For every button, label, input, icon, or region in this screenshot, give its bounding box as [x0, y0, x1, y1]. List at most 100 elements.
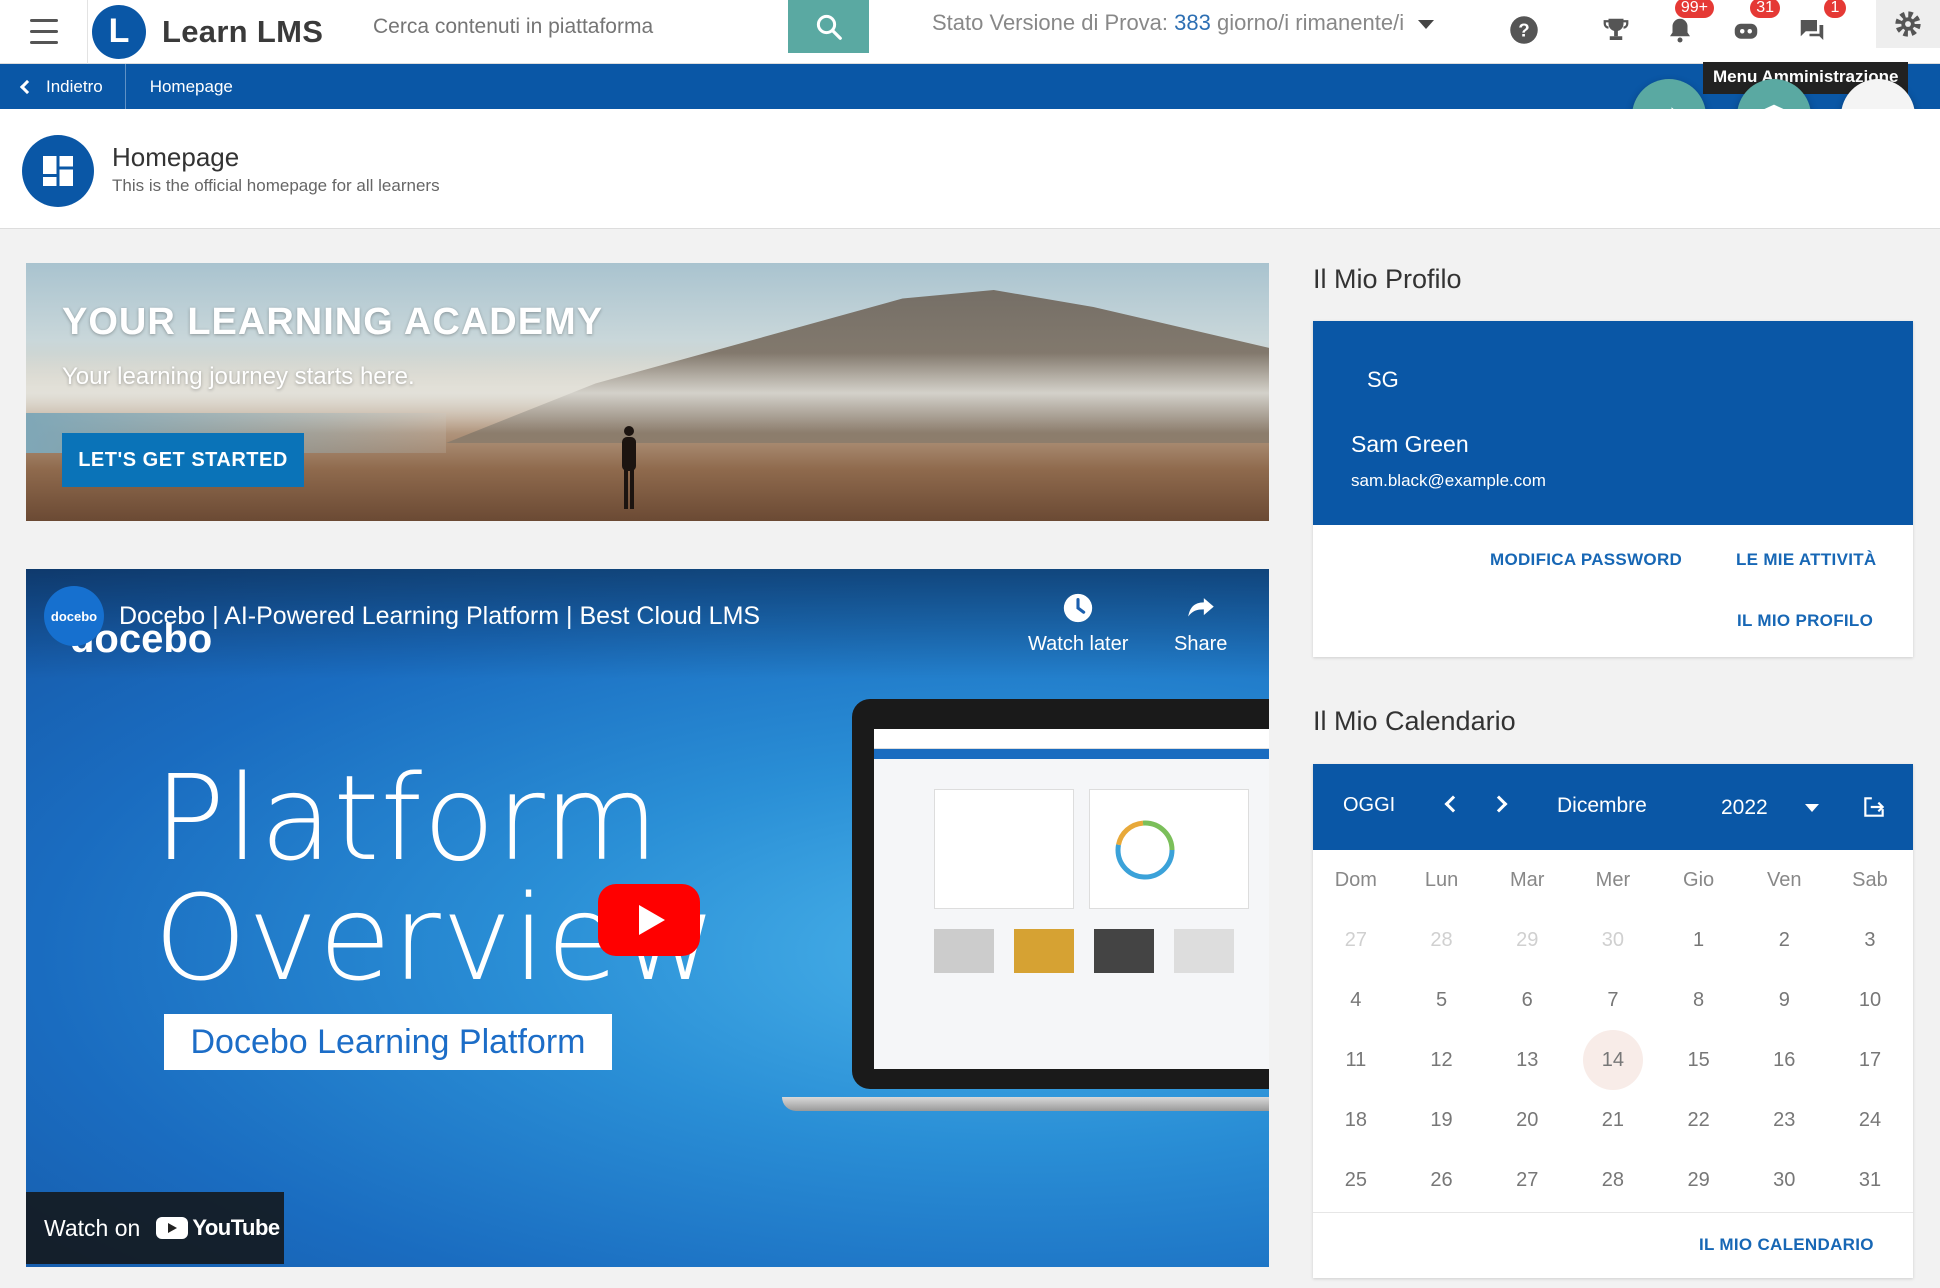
my-calendar-link[interactable]: IL MIO CALENDARIO: [1699, 1235, 1874, 1255]
trial-status[interactable]: Stato Versione di Prova: 383 giorno/i ri…: [932, 10, 1435, 36]
calendar-footer: IL MIO CALENDARIO: [1313, 1212, 1913, 1278]
calendar-day-number: 21: [1601, 1108, 1625, 1131]
back-button[interactable]: Indietro: [0, 64, 126, 109]
caret-down-icon[interactable]: [1805, 804, 1819, 812]
calendar-day[interactable]: 28: [1399, 929, 1485, 952]
calendar-day-number: 9: [1778, 988, 1790, 1011]
calendar-day[interactable]: 27: [1484, 1169, 1570, 1192]
play-button[interactable]: [598, 884, 700, 956]
calendar-day[interactable]: 20: [1484, 1109, 1570, 1132]
my-profile-link[interactable]: IL MIO PROFILO: [1737, 611, 1873, 631]
calendar-day[interactable]: 30: [1570, 929, 1656, 952]
calendar-day[interactable]: 17: [1827, 1049, 1913, 1072]
calendar-day-number: 15: [1687, 1048, 1710, 1071]
calendar-day-number: 24: [1858, 1108, 1882, 1131]
calendar-day-number: 27: [1516, 1168, 1539, 1191]
calendar-week-row: 25 26 27 28 29 30 31: [1313, 1150, 1913, 1210]
calendar-day[interactable]: 5: [1399, 989, 1485, 1012]
calendar-day[interactable]: 26: [1399, 1169, 1485, 1192]
video-title[interactable]: Docebo | AI-Powered Learning Platform | …: [119, 602, 760, 631]
calendar-day-number: 6: [1521, 988, 1533, 1011]
calendar-day-number: 22: [1687, 1108, 1710, 1131]
calendar-day[interactable]: 9: [1741, 989, 1827, 1012]
calendar-day[interactable]: 29: [1484, 929, 1570, 952]
watch-on-label: Watch on: [44, 1214, 141, 1241]
calendar-day[interactable]: 29: [1656, 1169, 1742, 1192]
calendar-day-number: 30: [1601, 928, 1625, 951]
search-input[interactable]: [351, 0, 788, 53]
breadcrumb-current: Homepage: [149, 76, 233, 96]
watch-on-youtube-button[interactable]: Watch on YouTube: [26, 1192, 284, 1264]
weekday-label: Mar: [1509, 868, 1545, 891]
calendar-day[interactable]: 24: [1827, 1109, 1913, 1132]
calendar-day[interactable]: 11: [1313, 1049, 1399, 1072]
today-button[interactable]: OGGI: [1343, 794, 1395, 817]
weekday-label: Mer: [1595, 868, 1631, 891]
app-logo[interactable]: L Learn LMS: [88, 4, 350, 59]
calendar-day[interactable]: 25: [1313, 1169, 1399, 1192]
calendar-day-number: 26: [1430, 1168, 1453, 1191]
calendar-day-number: 2: [1778, 928, 1790, 951]
calendar-day[interactable]: 7: [1570, 989, 1656, 1012]
notifications-badge: 99+: [1674, 0, 1714, 18]
calendar-week-row: 18 19 20 21 22 23 24: [1313, 1090, 1913, 1150]
notifications-button[interactable]: 99+: [1660, 0, 1714, 50]
page-header: Homepage This is the official homepage f…: [0, 109, 1940, 229]
help-button[interactable]: ?: [1504, 10, 1544, 50]
trial-days: 383: [1174, 10, 1211, 35]
calendar-day[interactable]: 23: [1741, 1109, 1827, 1132]
hero-banner: YOUR LEARNING ACADEMY Your learning jour…: [26, 263, 1269, 521]
calendar-day-number: 12: [1430, 1048, 1453, 1071]
calendar-day-number: 28: [1601, 1168, 1625, 1191]
my-activities-link[interactable]: LE MIE ATTIVITÀ: [1736, 550, 1877, 570]
calendar-day[interactable]: 30: [1741, 1169, 1827, 1192]
calendar-day-today[interactable]: 14: [1570, 1030, 1656, 1090]
calendar-day[interactable]: 15: [1656, 1049, 1742, 1072]
menu-button[interactable]: [0, 0, 88, 64]
channel-avatar[interactable]: docebo: [44, 586, 104, 646]
calendar-day[interactable]: 18: [1313, 1109, 1399, 1132]
calendar-day[interactable]: 1: [1656, 929, 1742, 952]
banner-subtitle: Your learning journey starts here.: [62, 363, 415, 390]
achievements-button[interactable]: [1596, 10, 1636, 50]
calendar-day[interactable]: 28: [1570, 1169, 1656, 1192]
calendar-day-number: 5: [1435, 988, 1448, 1011]
calendar-day[interactable]: 10: [1827, 989, 1913, 1012]
bell-icon: [1670, 18, 1690, 43]
share-video-button[interactable]: Share: [1174, 591, 1227, 656]
avatar[interactable]: SG: [1367, 367, 1399, 393]
calendar-day[interactable]: 13: [1484, 1049, 1570, 1072]
calendar-year[interactable]: 2022: [1721, 796, 1768, 820]
calendar-day[interactable]: 27: [1313, 929, 1399, 952]
chevron-left-icon[interactable]: [1444, 795, 1462, 813]
chevron-right-icon[interactable]: [1490, 795, 1508, 813]
calendar-day[interactable]: 12: [1399, 1049, 1485, 1072]
watch-later-button[interactable]: Watch later: [1028, 591, 1128, 656]
video-player[interactable]: docebo docebo Docebo | AI-Powered Learni…: [26, 569, 1269, 1267]
calendar-day[interactable]: 2: [1741, 929, 1827, 952]
calendar-day-number: 14: [1601, 1048, 1625, 1071]
change-password-link[interactable]: MODIFICA PASSWORD: [1490, 550, 1682, 570]
weekday-label: Gio: [1683, 868, 1715, 891]
calendar-day[interactable]: 21: [1570, 1109, 1656, 1132]
calendar-day[interactable]: 3: [1827, 929, 1913, 952]
chat-button[interactable]: 1: [1792, 0, 1846, 50]
calendar-day[interactable]: 4: [1313, 989, 1399, 1012]
calendar-day[interactable]: 16: [1741, 1049, 1827, 1072]
calendar-week-row: 27 28 29 30 1 2 3: [1313, 910, 1913, 970]
admin-menu-button[interactable]: [1876, 0, 1940, 48]
messages-button[interactable]: 31: [1726, 0, 1780, 50]
calendar-day[interactable]: 22: [1656, 1109, 1742, 1132]
page-title: Homepage: [112, 142, 240, 172]
weekday-label: Dom: [1334, 868, 1377, 891]
search-button[interactable]: [788, 0, 869, 53]
video-headline-1: Platform: [154, 749, 660, 887]
get-started-button[interactable]: LET'S GET STARTED: [62, 433, 304, 487]
calendar-day[interactable]: 19: [1399, 1109, 1485, 1132]
trophy-icon: [1603, 18, 1629, 40]
calendar-day[interactable]: 6: [1484, 989, 1570, 1012]
calendar-day[interactable]: 8: [1656, 989, 1742, 1012]
calendar-day[interactable]: 31: [1827, 1169, 1913, 1192]
logo-mark: L: [92, 4, 146, 59]
expand-calendar-icon[interactable]: [1861, 794, 1887, 820]
